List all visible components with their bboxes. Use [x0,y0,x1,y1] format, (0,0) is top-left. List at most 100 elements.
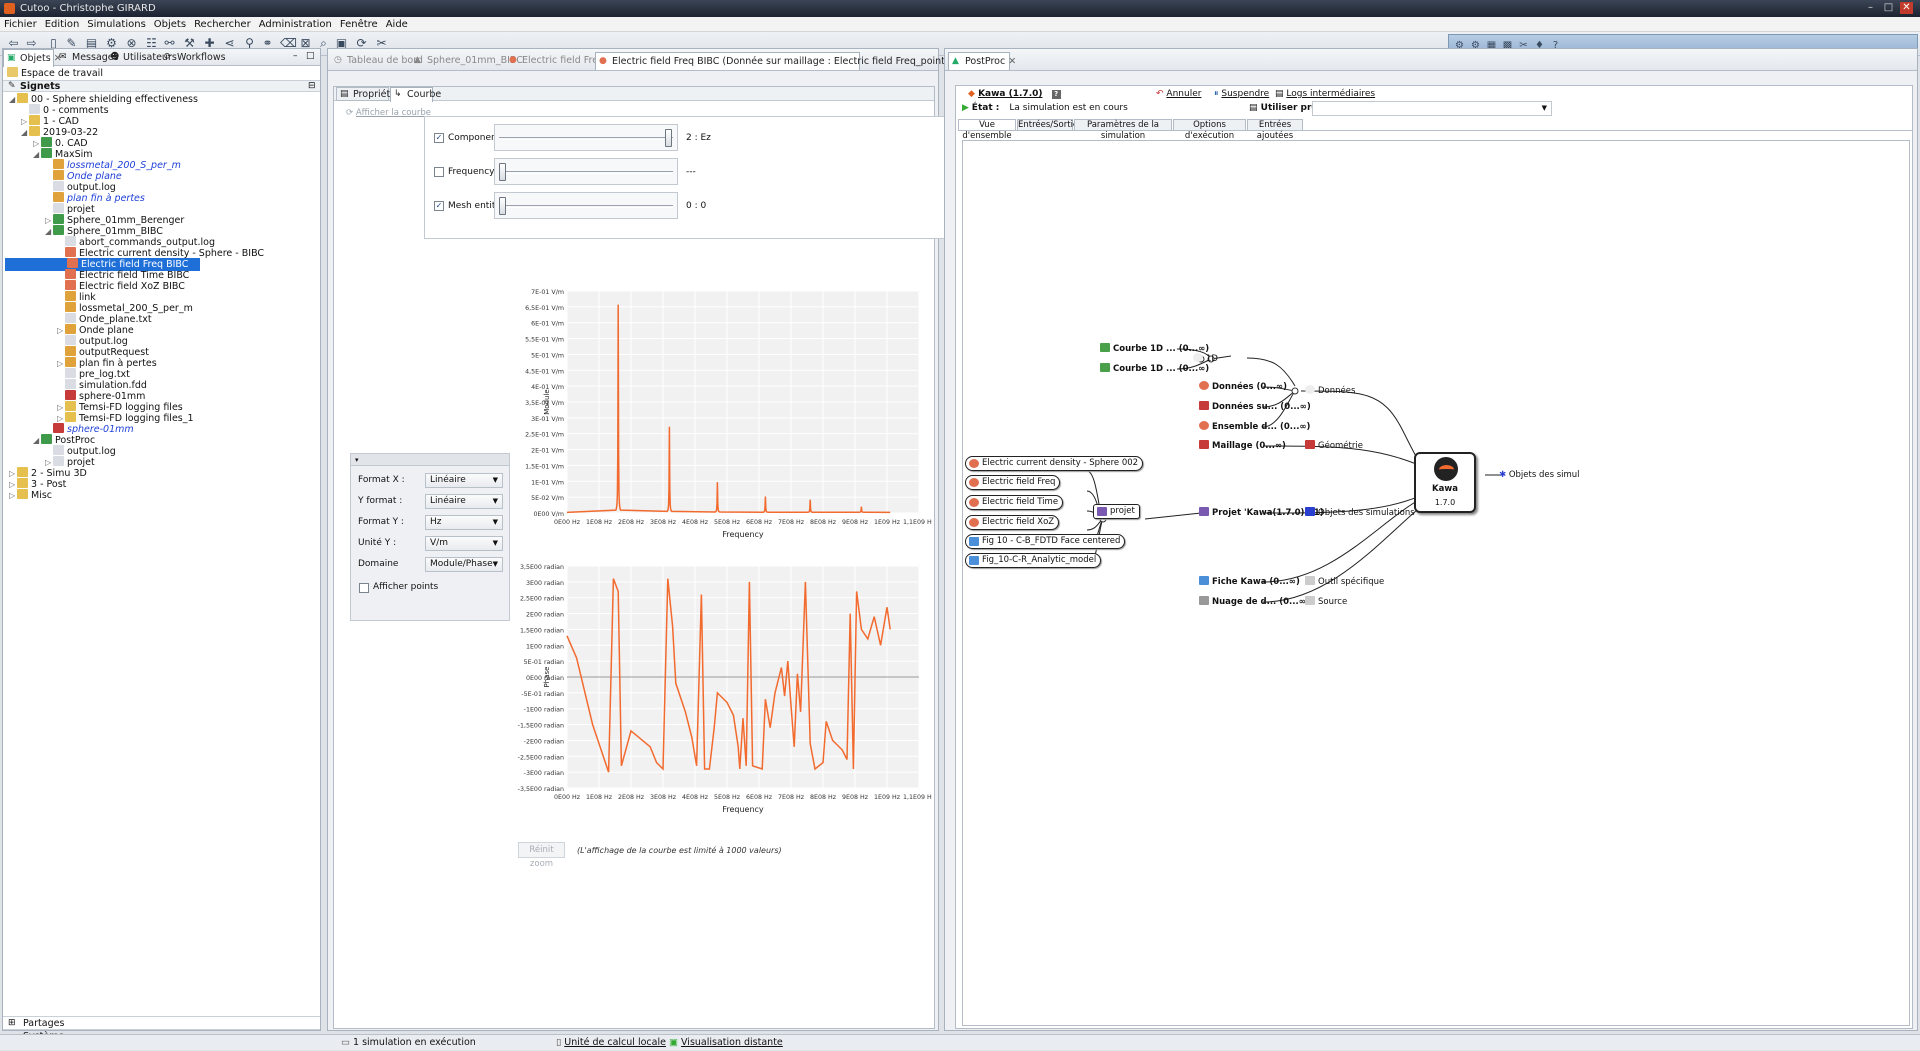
help-icon[interactable]: ? [1051,90,1061,99]
profile-select[interactable]: ▼ [1312,101,1552,116]
result-node[interactable]: Fig 10 - C-B_FDTD Face centered [965,534,1126,549]
curve-subtabs: ▤ Propriétés ↳ Courbe [334,87,934,102]
component-slider[interactable] [494,124,678,151]
result-node[interactable]: Electric field Time [965,495,1064,510]
maillage-input[interactable]: Maillage (0...∞) [1199,440,1286,452]
mesh-entity-checkbox[interactable]: ✓ [434,201,444,211]
setting-select[interactable]: Hz ▼ [425,515,503,530]
fiche-kawa-input[interactable]: Fiche Kawa (0...∞) [1199,576,1300,588]
donnees-output[interactable]: Données [1305,385,1355,397]
menu-edition[interactable]: Edition [41,17,84,32]
kawa-logo-icon [1434,457,1458,481]
tab-tableau-de-bord[interactable]: ◷ Tableau de bord [331,52,423,69]
menu-rechercher[interactable]: Rechercher [190,17,255,32]
bookmarks-header[interactable]: ✎ Signets ⊟ [3,80,320,92]
action-logs[interactable]: ▤ Logs intermédiaires [1275,89,1375,99]
component-label: Component [448,133,501,143]
tab-postproc[interactable]: ▲ PostProc ✕ [948,52,1016,70]
action-annuler[interactable]: ↶ Annuler [1156,89,1201,99]
source-output[interactable]: Source [1305,596,1347,608]
show-curve-link[interactable]: ⟳ Afficher la courbe [346,108,431,118]
y-tick-label: -3E00 radian [524,770,564,777]
menu-fichier[interactable]: Fichier [0,17,41,32]
slider-knob[interactable] [499,197,506,215]
component-value: 2 : Ez [686,133,711,143]
simulation-status[interactable]: ▭ 1 simulation en exécution [341,1035,476,1051]
close-tab-icon[interactable]: ✕ [1008,56,1016,67]
tab-workflows[interactable]: ⟳ Workflows [161,49,226,66]
objets-simulations-output[interactable]: Objets des simulations [1305,507,1415,519]
curve-icon: ↳ [394,89,402,99]
frequency-checkbox[interactable] [434,167,444,177]
donnees-surface-input[interactable]: Données su... (0...∞) [1199,401,1311,413]
menu-objets[interactable]: Objets [150,17,190,32]
y-tick-label: 3E00 radian [526,580,564,587]
y-tick-label: -2,5E00 radian [518,754,564,761]
module-chart[interactable]: 0E00 V/m 5E-02 V/m 1E-01 V/m 1,5E-01 V/m 2E-… [512,285,932,555]
nuage-input[interactable]: Nuage de d... (0...∞) [1199,596,1310,608]
ensemble-input[interactable]: Ensemble d... (0...∞) [1199,421,1310,433]
cad-icon [41,434,52,444]
tab-objets[interactable]: ▣ Objets ✕ [3,49,62,67]
donnees-input[interactable]: Données (0...∞) [1199,381,1287,393]
frequency-slider[interactable] [494,158,678,185]
simulation-subtab[interactable]: Vue d'ensemble [958,119,1016,141]
kawa-node[interactable]: Kawa 1.7.0 [1414,452,1476,513]
local-unit-link[interactable]: ▯ Unité de calcul locale [556,1035,666,1051]
tab-utilisateurs[interactable]: ☻ Utilisateurs [107,49,177,66]
reset-zoom-button[interactable]: Réinit zoom [518,842,565,869]
curve-1d-input-text: Courbe 1D ... (0...∞) [1113,364,1210,374]
tab-sphere-bibc[interactable]: ▲ Sphere_01mm_BIBC [411,52,523,69]
slider-knob[interactable] [499,163,506,181]
maximize-panel-icon[interactable]: □ [306,51,315,61]
setting-select[interactable]: V/m ▼ [425,536,503,551]
tab-courbe[interactable]: ↳ Courbe [390,87,441,102]
settings-collapse-icon[interactable]: ▾ [351,454,509,466]
menu-fenetre[interactable]: Fenêtre [336,17,382,32]
output-1d[interactable]: 1D [1193,353,1218,365]
simulation-subtab[interactable]: Entrées ajoutées [1247,119,1303,141]
simulation-subtab[interactable]: Paramètres de la simulation [1074,119,1172,141]
curve-view: ▤ Propriétés ↳ Courbe ⟳ Afficher la courbe… [333,86,952,1029]
maximize-icon[interactable]: □ [1882,2,1895,14]
setting-select[interactable]: Linéaire ▼ [425,473,503,488]
menu-administration[interactable]: Administration [255,17,336,32]
slider-knob[interactable] [665,129,672,147]
collapse-icon[interactable]: ⊟ [308,81,316,92]
tree-item[interactable]: ▷ Misc [3,489,52,502]
remote-view-link[interactable]: ▣ Visualisation distante [669,1035,783,1051]
geometrie-output[interactable]: Géométrie [1305,440,1363,452]
app-name[interactable]: Kawa (1.7.0) [978,89,1042,99]
result-node[interactable]: Electric current density - Sphere 002 [965,456,1144,471]
tab-proprietes[interactable]: ▤ Propriétés [336,87,401,101]
simulation-subtab[interactable]: Options d'exécution [1173,119,1246,141]
tab-messages[interactable]: ✉ Messages [56,49,119,66]
action-suspendre[interactable]: ⏸ Suspendre [1214,89,1269,99]
x-tick-label: 1E08 Hz [586,519,613,526]
phase-chart[interactable]: -3,5E00 radian -3E00 radian -2,5E00 radian… [512,560,932,830]
setting-value: Module/Phase [430,559,493,569]
setting-select[interactable]: Module/Phase ▼ [425,557,503,572]
mesh-entity-slider[interactable] [494,192,678,219]
close-icon[interactable]: ✕ [1900,2,1913,14]
tab-electric-field-freq-bibc[interactable]: ● Electric field Freq BIBC (Donnée sur ma… [595,52,970,70]
show-points-checkbox[interactable] [359,583,369,593]
simulation-subtab[interactable]: Entrées/Sorties [1017,119,1083,131]
setting-select[interactable]: Linéaire ▼ [425,494,503,509]
workspace-item[interactable]: Espace de travail [7,67,103,80]
result-node[interactable]: Electric field Freq [965,475,1061,490]
outil-specifique-output[interactable]: Outil spécifique [1305,576,1384,588]
result-node[interactable]: Fig_10-C-R_Analytic_model [965,553,1102,568]
x-tick-label: 1E08 Hz [586,794,613,801]
component-checkbox[interactable]: ✓ [434,133,444,143]
tab-electric-field-short[interactable]: ● Electric field Freq ... [506,52,616,69]
projet-node[interactable]: projet [1093,504,1140,519]
expand-toggle-icon[interactable]: ▷ [9,489,17,502]
menu-aide[interactable]: Aide [382,17,412,32]
shares-item[interactable]: ⊞ Partages [3,1016,320,1029]
result-node[interactable]: Electric field XoZ [965,515,1060,530]
menu-simulations[interactable]: Simulations [83,17,149,32]
output-objects-label[interactable]: ✱ Objets des simul [1499,469,1580,481]
minimize-panel-icon[interactable]: – [293,51,298,61]
minimize-icon[interactable]: – [1864,2,1877,14]
